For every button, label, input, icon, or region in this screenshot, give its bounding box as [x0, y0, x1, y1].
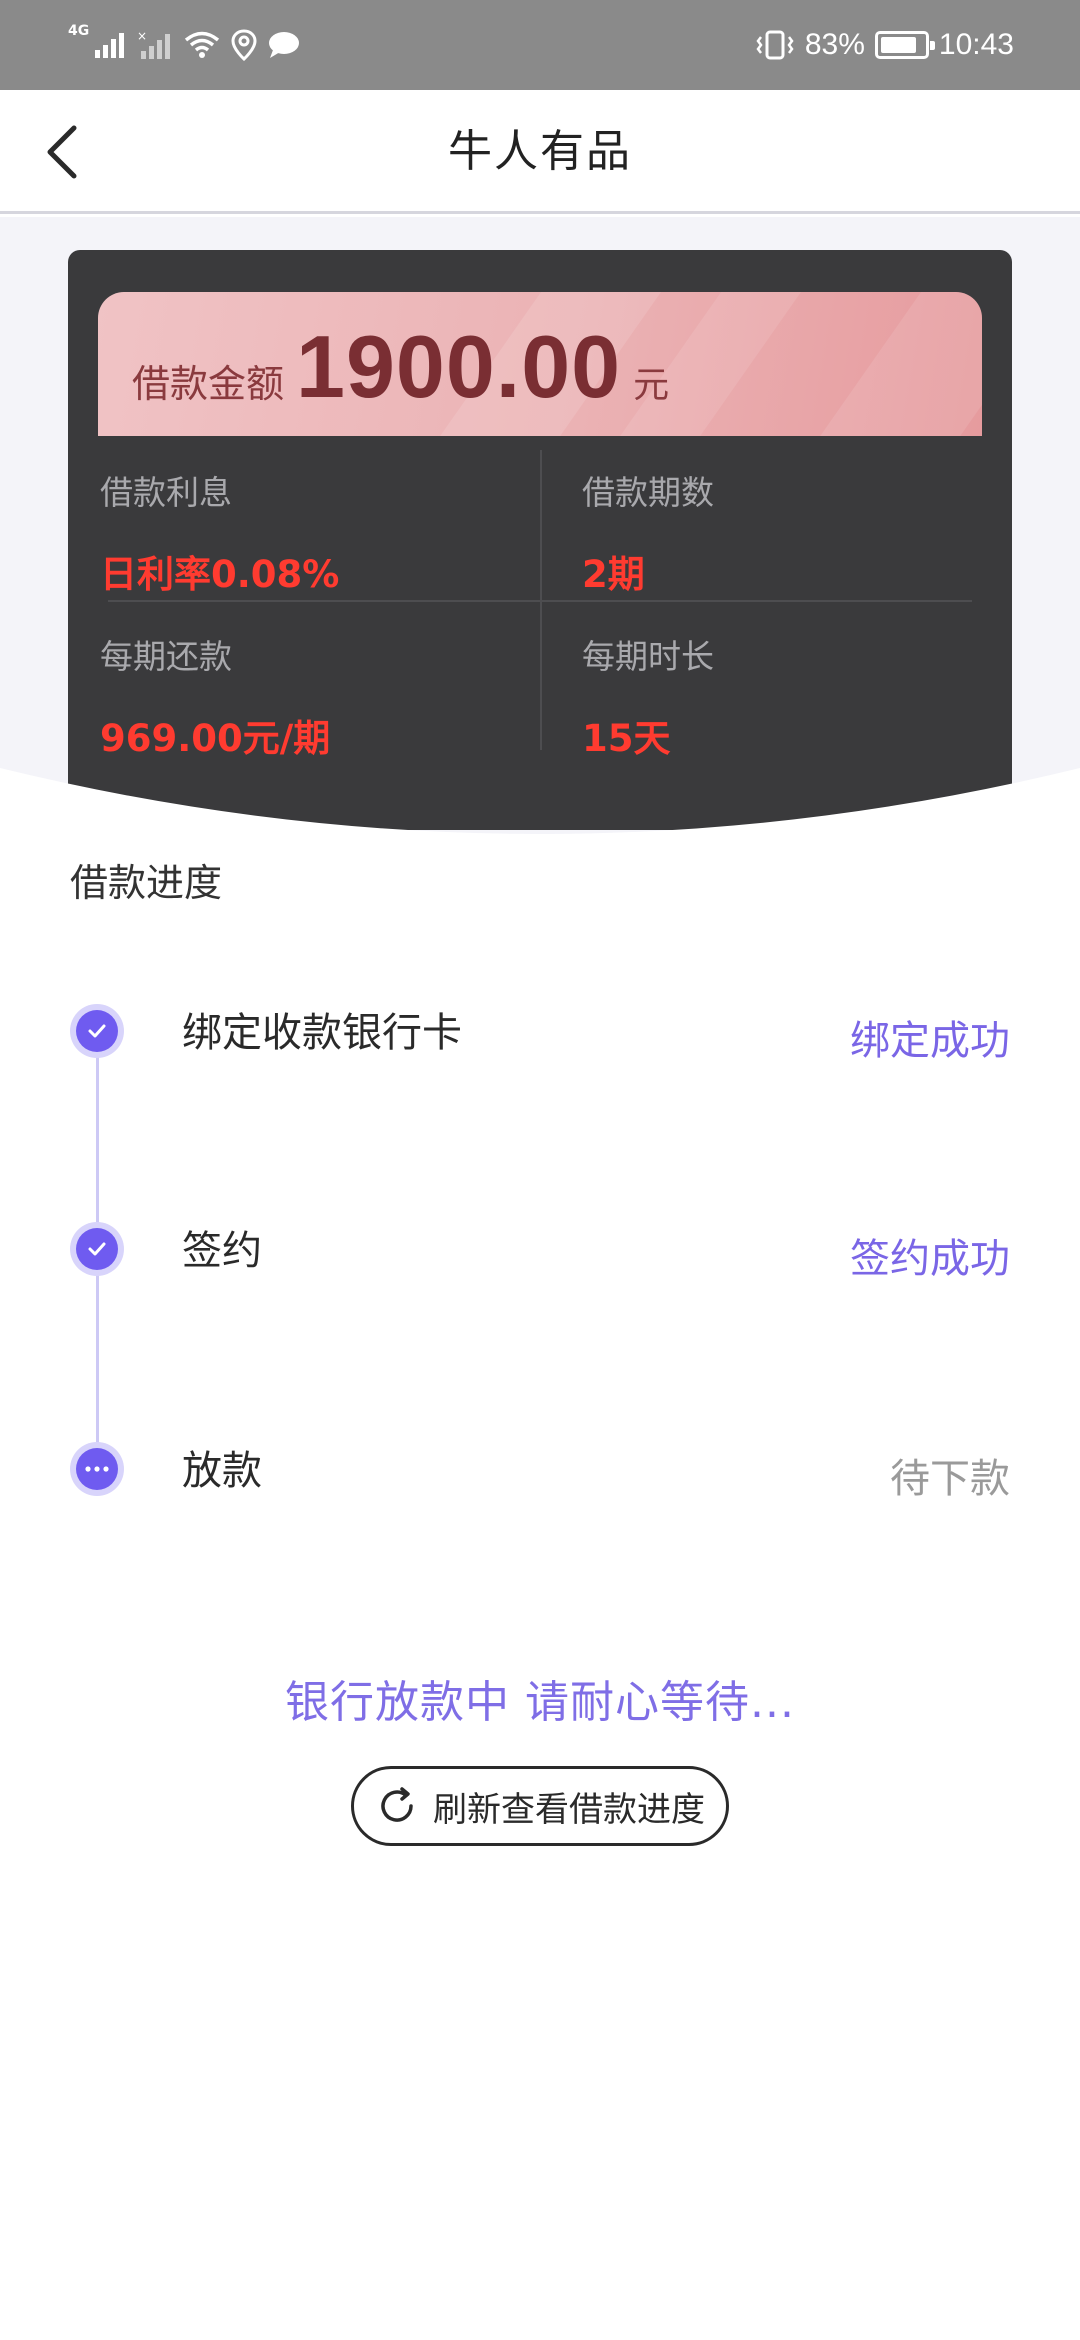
- step-status: 签约成功: [850, 1236, 1010, 1282]
- nav-bar: 牛人有品: [0, 90, 1080, 214]
- progress-step-bind-card: 绑定收款银行卡 绑定成功: [0, 1004, 1080, 1084]
- progress-title: 借款进度: [70, 861, 223, 905]
- interest-value: 日利率0.08%: [100, 553, 340, 596]
- periods-value: 2期: [582, 553, 645, 596]
- refresh-icon: [381, 1787, 413, 1822]
- check-icon: [88, 1242, 106, 1256]
- step-title: 放款: [182, 1448, 262, 1494]
- step-title: 签约: [182, 1228, 262, 1274]
- amount-label: 借款金额: [132, 362, 285, 406]
- location-icon: [231, 29, 257, 61]
- refresh-button[interactable]: 刷新查看借款进度: [351, 1766, 729, 1846]
- more-dots-icon: [85, 1466, 109, 1472]
- message-icon: [269, 32, 300, 58]
- battery-icon: [874, 31, 935, 59]
- waiting-message: 银行放款中 请耐心等待...: [285, 1677, 795, 1728]
- amount-row: 借款金额 1900.00 元: [132, 316, 669, 418]
- step-title: 绑定收款银行卡: [182, 1010, 462, 1056]
- step-pending-indicator: [70, 1442, 124, 1496]
- status-bar: 4G × 83% 10:43: [0, 0, 1080, 90]
- periods-cell: 借款期数 2期: [582, 466, 982, 598]
- amount-value: 1900.00: [296, 317, 622, 416]
- curve-divider: [0, 768, 1080, 850]
- status-left: 4G ×: [68, 22, 301, 68]
- installment-label: 每期还款: [100, 637, 232, 676]
- vibrate-icon: [756, 30, 794, 60]
- check-icon: [88, 1024, 106, 1038]
- clock: 10:43: [938, 28, 1014, 61]
- battery-percent: 83%: [804, 28, 865, 61]
- progress-step-sign: 签约 签约成功: [0, 1222, 1080, 1302]
- refresh-label: 刷新查看借款进度: [433, 1789, 705, 1830]
- battery-tip: [929, 41, 935, 50]
- status-right: 83% 10:43: [755, 22, 1014, 68]
- progress-step-disburse: 放款 待下款: [0, 1442, 1080, 1522]
- duration-label: 每期时长: [582, 637, 714, 676]
- network-type-label: 4G: [68, 23, 90, 39]
- amount-unit: 元: [633, 365, 670, 406]
- step-status: 待下款: [890, 1456, 1010, 1502]
- svg-text:×: ×: [137, 29, 147, 43]
- periods-label: 借款期数: [582, 473, 714, 512]
- interest-cell: 借款利息 日利率0.08%: [100, 466, 500, 598]
- page-title: 牛人有品: [448, 126, 632, 177]
- interest-label: 借款利息: [100, 473, 232, 512]
- step-status: 绑定成功: [850, 1018, 1010, 1064]
- amount-banner: 借款金额 1900.00 元: [98, 292, 982, 436]
- step-done-indicator: [70, 1004, 124, 1058]
- battery-level: [880, 37, 916, 53]
- wifi-icon: [185, 31, 220, 58]
- no-signal-icon: ×: [137, 29, 171, 59]
- signal-icon: [95, 33, 125, 58]
- card-divider-horizontal: [108, 600, 972, 602]
- step-done-indicator: [70, 1222, 124, 1276]
